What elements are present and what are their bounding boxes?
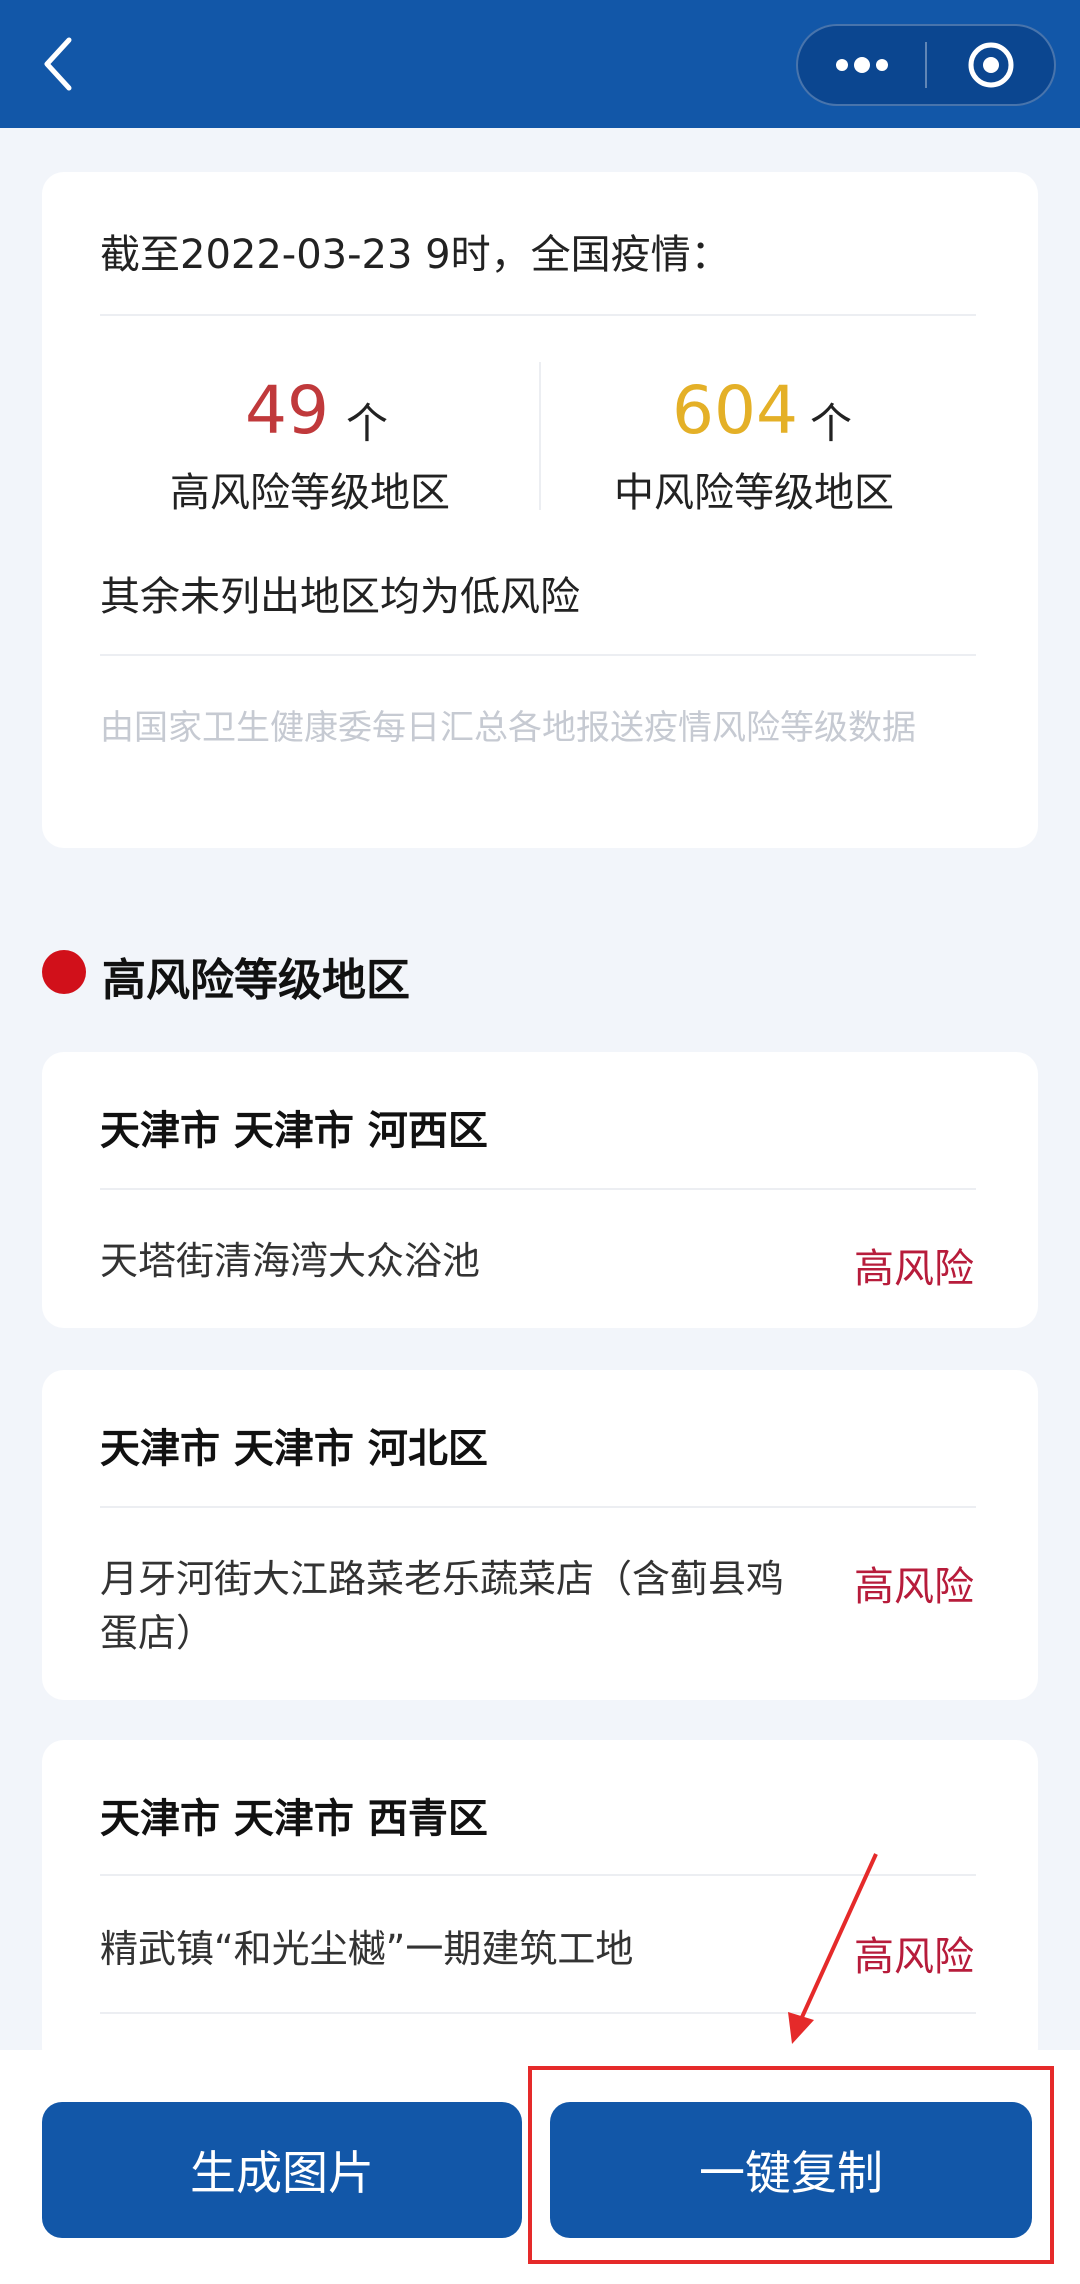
region-divider (100, 1188, 976, 1190)
back-button[interactable] (28, 28, 88, 100)
low-risk-note: 其余未列出地区均为低风险 (100, 574, 580, 620)
red-dot-icon (42, 950, 86, 994)
region-divider (100, 1506, 976, 1508)
section-title: 高风险等级地区 (102, 955, 410, 1006)
risk-level: 高风险 (854, 1564, 974, 1610)
summary-divider-top (100, 314, 976, 316)
generate-image-button[interactable]: 生成图片 (42, 2102, 522, 2238)
mid-risk-unit: 个 (810, 399, 853, 448)
annotation-highlight-box (528, 2066, 1054, 2264)
target-icon (968, 42, 1013, 88)
region-title: 天津市 天津市 西青区 (100, 1796, 488, 1842)
high-risk-label: 高风险等级地区 (170, 470, 450, 516)
risk-level: 高风险 (854, 1246, 974, 1292)
region-title: 天津市 天津市 河北区 (100, 1426, 488, 1472)
high-risk-count: 49 (245, 372, 329, 449)
region-title: 天津市 天津市 河西区 (100, 1108, 488, 1154)
mid-risk-count: 604 (672, 372, 798, 449)
summary-divider-bottom (100, 654, 976, 656)
close-app-button[interactable] (927, 26, 1054, 104)
high-risk-unit: 个 (346, 399, 389, 448)
annotation-arrow-icon (788, 1853, 878, 2044)
mini-program-capsule (796, 24, 1056, 106)
place-name: 月牙河街大江路菜老乐蔬菜店（含蓟县鸡蛋店） (100, 1557, 785, 1655)
summary-title: 截至2022-03-23 9时，全国疫情： (100, 232, 731, 278)
place-name: 天塔街清海湾大众浴池 (100, 1239, 481, 1283)
place-name: 精武镇“和光尘樾”一期建筑工地 (100, 1927, 634, 1971)
top-nav-bar (0, 0, 1080, 128)
more-dots-icon (835, 57, 888, 73)
stats-divider (539, 362, 541, 510)
data-source-note: 由国家卫生健康委每日汇总各地报送疫情风险等级数据 (100, 708, 916, 748)
mid-risk-label: 中风险等级地区 (614, 470, 894, 516)
chevron-left-icon (44, 37, 72, 91)
more-button[interactable] (798, 26, 925, 104)
